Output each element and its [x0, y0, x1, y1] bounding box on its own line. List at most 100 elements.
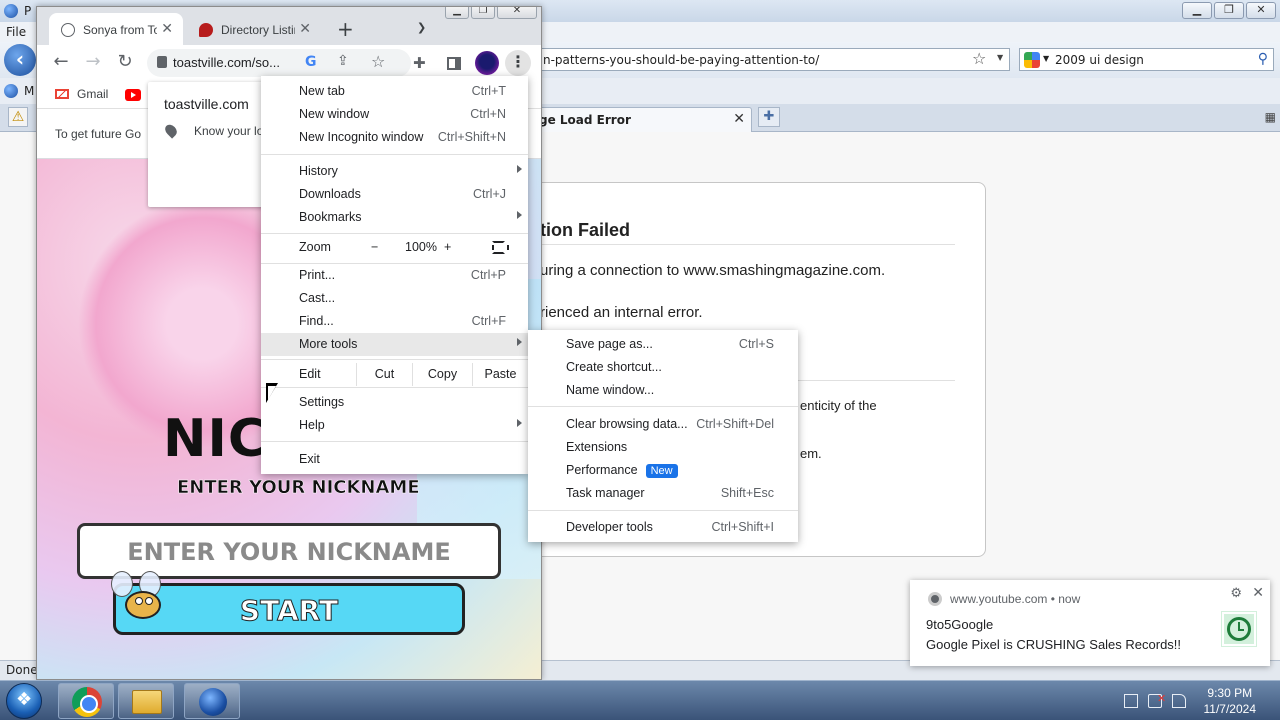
- paste-button[interactable]: Paste: [472, 363, 528, 386]
- menu-item-new-tab[interactable]: New tab Ctrl+T: [261, 80, 528, 103]
- notification-title: 9to5Google: [926, 617, 994, 632]
- menu-label: Create shortcut...: [566, 360, 662, 374]
- firefox-back-button[interactable]: ‹: [4, 44, 36, 76]
- taskbar-chrome-button[interactable]: [58, 683, 114, 719]
- firefox-close-button[interactable]: ✕: [1246, 2, 1276, 19]
- notification-source: www.youtube.com • now: [950, 592, 1081, 606]
- bookmark-star-icon[interactable]: ☆: [371, 52, 385, 71]
- firefox-logo-icon: [4, 4, 18, 18]
- firefox-status-text: Done: [6, 663, 38, 677]
- submenu-item-save-page[interactable]: Save page as... Ctrl+S: [528, 333, 798, 356]
- error-line-2: rienced an internal error.: [540, 304, 703, 321]
- close-icon[interactable]: ✕: [161, 21, 173, 37]
- menu-separator: [261, 154, 528, 155]
- menu-item-help[interactable]: Help: [261, 414, 528, 437]
- firefox-search-input[interactable]: 2009 ui design: [1055, 53, 1144, 67]
- menu-item-print[interactable]: Print... Ctrl+P: [261, 264, 528, 287]
- menu-item-more-tools[interactable]: More tools: [261, 333, 528, 356]
- chrome-notification[interactable]: www.youtube.com • now ⚙ ✕ 9to5Google Goo…: [910, 580, 1270, 666]
- submenu-arrow-icon: [517, 338, 522, 346]
- search-engine-dropdown-icon[interactable]: ▼: [1043, 54, 1049, 63]
- google-lens-icon[interactable]: G: [305, 54, 317, 70]
- side-panel-icon[interactable]: [447, 57, 461, 70]
- chrome-minimize-button[interactable]: ▁: [445, 7, 469, 19]
- menu-item-settings[interactable]: Settings: [261, 391, 528, 414]
- game-logo: NIC: [163, 409, 268, 469]
- site-popup-title: toastville.com: [164, 96, 249, 112]
- submenu-item-clear-browsing-data[interactable]: Clear browsing data... Ctrl+Shift+Del: [528, 413, 798, 436]
- chrome-tab-inactive[interactable]: Directory Listing ✕: [187, 13, 321, 45]
- site-popup-permission[interactable]: Know your lo: [194, 124, 263, 138]
- warning-icon[interactable]: ⚠: [8, 107, 28, 127]
- chrome-maximize-button[interactable]: ❐: [471, 7, 495, 19]
- firefox-url-dropdown-icon[interactable]: ▼: [997, 53, 1003, 62]
- menu-item-exit[interactable]: Exit: [261, 448, 528, 471]
- back-arrow-icon[interactable]: ←: [49, 51, 73, 75]
- firefox-maximize-button[interactable]: ❐: [1214, 2, 1244, 19]
- submenu-item-name-window[interactable]: Name window...: [528, 379, 798, 402]
- youtube-icon[interactable]: [125, 89, 141, 101]
- network-icon[interactable]: [1124, 694, 1138, 708]
- tab-search-chevron-icon[interactable]: ❯: [417, 21, 426, 34]
- profile-avatar[interactable]: [475, 51, 499, 75]
- taskbar-clock[interactable]: 9:30 PM 11/7/2024: [1204, 685, 1257, 717]
- copy-button[interactable]: Copy: [412, 363, 472, 386]
- gear-icon[interactable]: ⚙: [1230, 585, 1242, 601]
- submenu-item-performance[interactable]: Performance New: [528, 459, 798, 482]
- menu-label: Settings: [299, 395, 345, 409]
- reload-icon[interactable]: ↻: [113, 51, 137, 75]
- chrome-url-text[interactable]: toastville.com/so...: [173, 55, 291, 70]
- notification-body: Google Pixel is CRUSHING Sales Records!!: [926, 637, 1182, 652]
- submenu-item-extensions[interactable]: Extensions: [528, 436, 798, 459]
- bookmark-gmail[interactable]: Gmail: [55, 87, 108, 101]
- firefox-tab-error[interactable]: ge Load Error ✕: [520, 107, 752, 132]
- taskbar-explorer-button[interactable]: [118, 683, 174, 719]
- firefox-minimize-button[interactable]: ▁: [1182, 2, 1212, 19]
- google-search-engine-icon[interactable]: [1024, 52, 1040, 68]
- submenu-item-task-manager[interactable]: Task manager Shift+Esc: [528, 482, 798, 505]
- menu-label: New tab: [299, 84, 345, 98]
- new-tab-plus-icon[interactable]: +: [337, 17, 354, 41]
- menu-label: Extensions: [566, 440, 628, 454]
- infobar-text: To get future Go: [55, 127, 142, 141]
- extensions-puzzle-icon[interactable]: ✚: [413, 54, 426, 72]
- firefox-search-box[interactable]: ▼ 2009 ui design ⚲: [1019, 48, 1274, 71]
- chrome-close-button[interactable]: ✕: [497, 7, 537, 19]
- close-icon[interactable]: ✕: [1252, 584, 1264, 601]
- submenu-item-create-shortcut[interactable]: Create shortcut...: [528, 356, 798, 379]
- submenu-item-developer-tools[interactable]: Developer tools Ctrl+Shift+I: [528, 516, 798, 539]
- chrome-menu-kebab-icon[interactable]: ⋮: [505, 50, 531, 76]
- close-icon[interactable]: ✕: [733, 111, 745, 127]
- zoom-in-button[interactable]: +: [444, 240, 451, 254]
- menu-item-bookmarks[interactable]: Bookmarks: [261, 206, 528, 229]
- close-icon[interactable]: ✕: [299, 21, 311, 37]
- firefox-menu-file[interactable]: File: [6, 25, 26, 39]
- share-icon[interactable]: ⇪: [337, 53, 349, 69]
- firefox-window-controls: ▁ ❐ ✕: [1182, 2, 1276, 19]
- menu-item-new-window[interactable]: New window Ctrl+N: [261, 103, 528, 126]
- firefox-bookmark-item[interactable]: M: [24, 84, 34, 98]
- firefox-url-field[interactable]: n-patterns-you-should-be-paying-attentio…: [540, 48, 1010, 71]
- zoom-out-button[interactable]: −: [371, 240, 378, 254]
- tab-list-icon[interactable]: ▦: [1265, 110, 1276, 124]
- menu-item-new-incognito[interactable]: New Incognito window Ctrl+Shift+N: [261, 126, 528, 149]
- search-icon[interactable]: ⚲: [1258, 51, 1268, 67]
- menu-item-history[interactable]: History: [261, 160, 528, 183]
- menu-item-downloads[interactable]: Downloads Ctrl+J: [261, 183, 528, 206]
- forward-arrow-icon[interactable]: →: [81, 51, 105, 75]
- cut-button[interactable]: Cut: [356, 363, 412, 386]
- chrome-tab-active[interactable]: Sonya from Toastville ✕: [49, 13, 183, 45]
- menu-item-find[interactable]: Find... Ctrl+F: [261, 310, 528, 333]
- error-line-3: enticity of the: [800, 398, 877, 413]
- game-subtitle: ENTER YOUR NICKNAME: [177, 477, 420, 499]
- taskbar-firefox-button[interactable]: [184, 683, 240, 719]
- start-orb-button[interactable]: [6, 683, 42, 719]
- lock-icon[interactable]: [157, 56, 167, 68]
- menu-label: Find...: [299, 314, 334, 328]
- flag-icon[interactable]: [1172, 694, 1186, 708]
- firefox-new-tab-button[interactable]: ✚: [758, 107, 780, 127]
- chrome-omnibox[interactable]: toastville.com/so... G ⇪ ☆: [147, 49, 411, 77]
- menu-item-cast[interactable]: Cast...: [261, 287, 528, 310]
- firefox-bookmark-star-icon[interactable]: ☆: [972, 49, 986, 68]
- fullscreen-icon[interactable]: [492, 241, 509, 254]
